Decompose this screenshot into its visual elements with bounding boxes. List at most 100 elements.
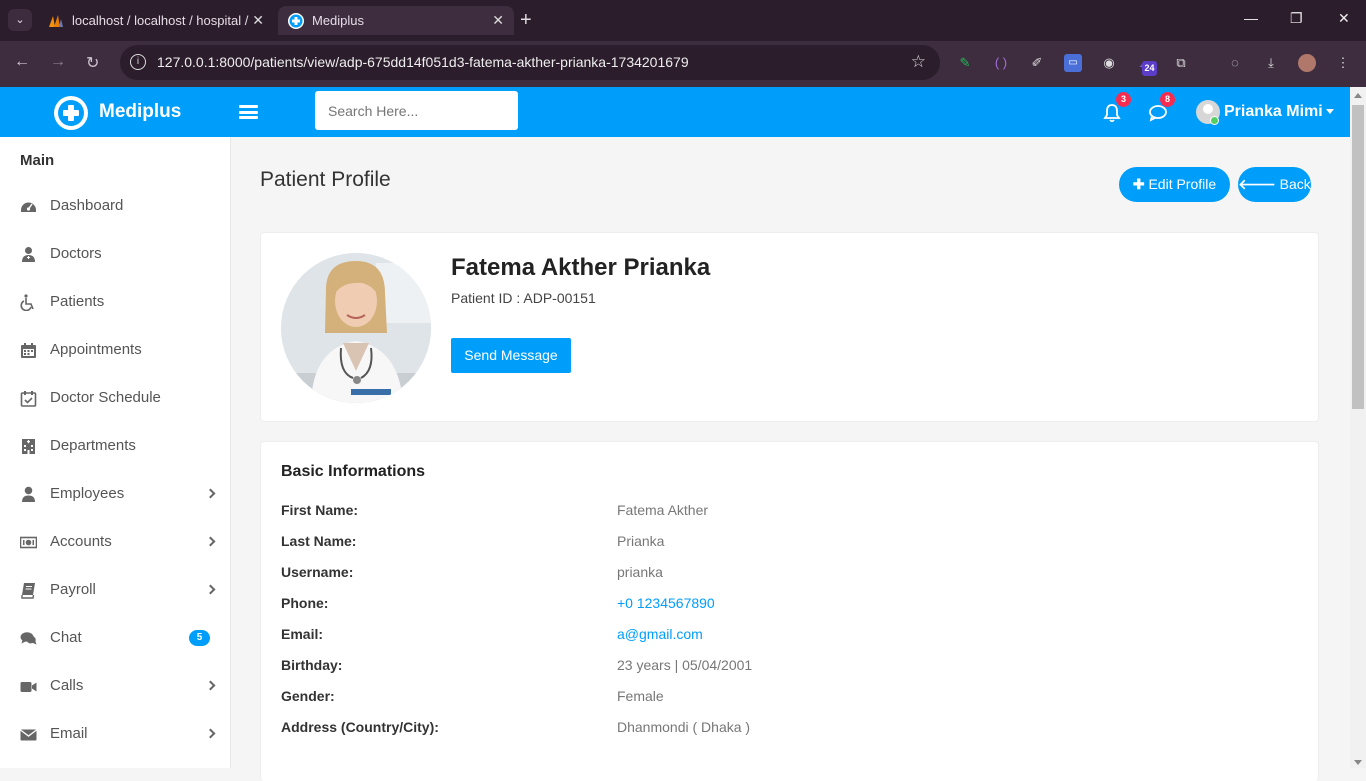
browser-tab-mediplus[interactable]: Mediplus ✕	[278, 6, 514, 35]
chevron-right-icon	[205, 536, 216, 547]
envelope-icon	[20, 729, 37, 741]
messages-badge: 8	[1160, 92, 1175, 107]
send-message-button[interactable]: Send Message	[451, 338, 571, 373]
minimize-icon[interactable]: —	[1244, 10, 1258, 26]
info-row-gender: Gender: Female	[281, 688, 1301, 710]
sidebar-item-label: Accounts	[50, 533, 112, 550]
patient-photo-image	[281, 253, 431, 403]
info-value: Dhanmondi ( Dhaka )	[617, 719, 751, 735]
sidebar-item-calls[interactable]: Calls	[0, 663, 230, 711]
screen-extension-icon[interactable]: ▭	[1064, 54, 1082, 72]
calendar-icon	[21, 343, 36, 358]
info-label: Birthday:	[281, 657, 343, 673]
patient-id: Patient ID : ADP-00151	[451, 290, 596, 306]
info-row-last-name: Last Name: Prianka	[281, 533, 1301, 555]
sidebar-item-label: Departments	[50, 437, 136, 454]
comments-icon	[20, 632, 37, 645]
info-label: Username:	[281, 564, 354, 580]
restore-icon[interactable]: ❐	[1290, 10, 1303, 27]
sidebar-item-label: Patients	[50, 293, 105, 310]
sidebar-item-label: Calls	[50, 677, 84, 694]
browser-tab-bar: ⌄ localhost / localhost / hospital / ✕ M…	[0, 0, 1366, 41]
back-label: Back	[1279, 176, 1311, 192]
scroll-down-arrow[interactable]	[1354, 760, 1362, 765]
dashboard-icon	[21, 202, 36, 212]
info-value: Fatema Akther	[617, 502, 709, 518]
tab-search-button[interactable]: ⌄	[8, 9, 32, 31]
browser-menu-icon[interactable]: ⋮	[1334, 54, 1352, 72]
sidebar-item-dashboard[interactable]: Dashboard	[0, 183, 230, 231]
back-arrow-icon[interactable]: ←	[14, 53, 30, 71]
eyedropper-extension-icon[interactable]: ✐	[1028, 54, 1046, 72]
tab-title: Mediplus	[312, 13, 365, 28]
wheelchair-icon	[20, 294, 34, 311]
scroll-up-arrow[interactable]	[1354, 93, 1362, 98]
page-scrollbar[interactable]	[1350, 87, 1366, 768]
camera-extension-icon[interactable]: ◉	[1100, 54, 1118, 72]
close-window-icon[interactable]: ✕	[1338, 10, 1350, 27]
sidebar-item-chat[interactable]: Chat 5	[0, 615, 230, 663]
logo-cross	[68, 105, 74, 121]
performance-icon[interactable]: ◌	[1226, 54, 1244, 72]
basic-info-card: Basic Informations First Name: Fatema Ak…	[260, 441, 1319, 781]
menu-toggle-icon[interactable]	[239, 105, 258, 119]
email-link[interactable]: a@gmail.com	[617, 626, 703, 642]
highlighter-extension-icon[interactable]: ✎	[956, 54, 974, 72]
notifications-badge: 3	[1116, 92, 1131, 107]
chevron-right-icon	[205, 680, 216, 691]
scrollbar-thumb[interactable]	[1352, 105, 1364, 409]
sidebar-item-doctors[interactable]: Doctors	[0, 231, 230, 279]
puzzle-extensions-icon[interactable]: ⧉	[1172, 54, 1190, 72]
new-tab-button[interactable]: +	[520, 8, 532, 32]
chevron-right-icon	[205, 728, 216, 739]
chevron-right-icon	[205, 584, 216, 595]
bracket-extension-icon[interactable]: ( )	[992, 54, 1010, 72]
info-row-birthday: Birthday: 23 years | 05/04/2001	[281, 657, 1301, 679]
tab-title: localhost / localhost / hospital /	[72, 13, 249, 28]
edit-profile-button[interactable]: ✚ Edit Profile	[1119, 167, 1230, 202]
sidebar-item-employees[interactable]: Employees	[0, 471, 230, 519]
sidebar: Main Dashboard Doctors Patients Appointm…	[0, 137, 231, 768]
sidebar-item-email[interactable]: Email	[0, 711, 230, 759]
info-label: Address (Country/City):	[281, 719, 439, 735]
close-tab-icon[interactable]: ✕	[492, 6, 504, 35]
info-value: prianka	[617, 564, 663, 580]
doctor-icon	[22, 247, 35, 262]
sidebar-item-payroll[interactable]: Payroll	[0, 567, 230, 615]
page-title: Patient Profile	[260, 168, 391, 191]
phone-link[interactable]: +0 1234567890	[617, 595, 715, 611]
sidebar-item-departments[interactable]: Departments	[0, 423, 230, 471]
extension-badge: 24	[1142, 61, 1157, 76]
close-tab-icon[interactable]: ✕	[252, 6, 264, 35]
bookmark-star-icon[interactable]: ☆	[911, 52, 926, 72]
url-text[interactable]: 127.0.0.1:8000/patients/view/adp-675dd14…	[157, 54, 689, 70]
browser-tab-phpmyadmin[interactable]: localhost / localhost / hospital / ✕	[38, 6, 274, 35]
patient-name: Fatema Akther Prianka	[451, 254, 711, 281]
info-label: Phone:	[281, 595, 329, 611]
sidebar-item-appointments[interactable]: Appointments	[0, 327, 230, 375]
user-name[interactable]: Prianka Mimi	[1224, 103, 1323, 121]
video-icon	[20, 682, 37, 692]
site-info-icon[interactable]: i	[130, 54, 146, 70]
info-value: 23 years | 05/04/2001	[617, 657, 753, 673]
info-value: Prianka	[617, 533, 665, 549]
sidebar-item-label: Employees	[50, 485, 125, 502]
sidebar-item-doctor-schedule[interactable]: Doctor Schedule	[0, 375, 230, 423]
chevron-down-icon[interactable]	[1326, 109, 1334, 114]
sidebar-item-label: Appointments	[50, 341, 142, 358]
reload-icon[interactable]: ↻	[86, 53, 99, 73]
sidebar-item-accounts[interactable]: Accounts	[0, 519, 230, 567]
search-input[interactable]	[315, 91, 518, 130]
profile-avatar-icon[interactable]	[1298, 54, 1316, 72]
info-label: Email:	[281, 626, 324, 642]
hospital-icon	[22, 439, 35, 454]
back-button[interactable]: 🡐 Back	[1238, 167, 1311, 202]
download-icon[interactable]: ⤓	[1262, 54, 1280, 72]
brand-name[interactable]: Mediplus	[99, 101, 181, 123]
forward-arrow-icon[interactable]: →	[50, 53, 66, 71]
sidebar-item-label: Doctor Schedule	[50, 389, 161, 406]
sidebar-item-label: Chat	[50, 629, 82, 646]
address-bar[interactable]: i 127.0.0.1:8000/patients/view/adp-675dd…	[120, 45, 940, 80]
sidebar-item-patients[interactable]: Patients	[0, 279, 230, 327]
info-row-address: Address (Country/City): Dhanmondi ( Dhak…	[281, 719, 1301, 741]
